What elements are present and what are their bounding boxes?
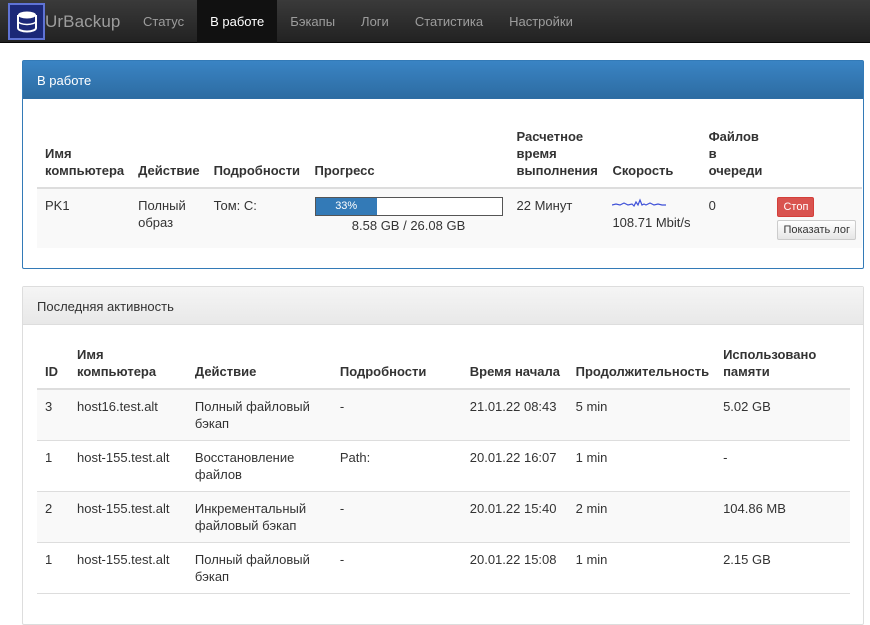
cell-action: Инкрементальный файловый бэкап xyxy=(194,501,307,533)
cell-duration: 1 min xyxy=(575,552,608,567)
table-row: 2 host-155.test.alt Инкрементальный файлов… xyxy=(37,491,850,543)
cell-start: 20.01.22 15:08 xyxy=(469,552,557,567)
col-progress: Прогресс xyxy=(306,118,509,189)
table-row: 1 host-155.test.alt Восстановление файлов P… xyxy=(37,441,850,492)
progress-bar: 33% xyxy=(314,197,503,216)
nav-tab-2[interactable]: Бэкапы xyxy=(277,0,348,43)
col-speed: Скорость xyxy=(604,118,701,189)
progress-size: 8.58 GB / 26.08 GB xyxy=(351,218,466,233)
table-row: 1 host-155.test.alt Полный файловый бэкап -… xyxy=(37,543,850,594)
main-nav: Статус В работе Бэкапы Логи Статистика Настро… xyxy=(130,0,586,43)
cell-progress: 33% 8.58 GB / 26.08 GB xyxy=(307,188,509,248)
in-progress-row: PK1 Полный образ Том: C: 33% 8.58 GB / 2… xyxy=(37,188,862,248)
cell-id: 3 xyxy=(45,399,53,414)
brand-name: UrBackup xyxy=(45,11,121,31)
col-computer-name: Имя компьютера xyxy=(37,118,131,189)
col-queued-files: Файлов в очереди xyxy=(700,118,770,189)
cell-duration: 5 min xyxy=(575,399,608,414)
cell-memory: 104.86 MB xyxy=(723,501,786,516)
cell-speed: 108.71 Mbit/s xyxy=(604,188,700,248)
cell-details: - xyxy=(339,399,345,414)
in-progress-table: Имя компьютера Действие Подробности Прог… xyxy=(37,118,862,248)
cell-memory: - xyxy=(723,450,728,465)
cell-duration: 1 min xyxy=(575,450,608,465)
table-row: 3 host16.test.alt Полный файловый бэкап - 21… xyxy=(37,389,850,441)
recent-activity-table: ID Имя компьютера Действие Подробности В… xyxy=(37,344,850,594)
nav-tab-5[interactable]: Настройки xyxy=(496,0,586,43)
cell-computer: host-155.test.alt xyxy=(76,450,170,465)
recent-activity-panel: Последняя активность ID Имя компьютера Д… xyxy=(22,286,864,625)
col-eta: Расчетное время выполнения xyxy=(508,118,605,189)
stop-button[interactable]: Стоп xyxy=(777,197,815,217)
nav-tab-3[interactable]: Логи xyxy=(348,0,402,43)
top-navbar: UrBackup Статус В работе Бэкапы Логи Статист… xyxy=(0,0,870,43)
cell-id: 2 xyxy=(45,501,53,516)
cell-computer: PK1 xyxy=(45,198,70,213)
speed-value: 108.71 Mbit/s xyxy=(612,215,691,230)
col-memory-used: Использовано памяти xyxy=(715,344,850,390)
col-id: ID xyxy=(37,344,69,390)
col-duration: Продолжительность xyxy=(567,344,716,390)
recent-activity-panel-title: Последняя активность xyxy=(23,287,863,325)
cell-id: 1 xyxy=(45,552,53,567)
nav-tab-0[interactable]: Статус xyxy=(130,0,197,43)
nav-tab-1[interactable]: В работе xyxy=(197,0,278,43)
col-action: Действие xyxy=(186,344,332,390)
col-details: Подробности xyxy=(205,118,307,189)
in-progress-panel: В работе Имя компьютера Действие Подробн… xyxy=(22,60,864,269)
cell-memory: 2.15 GB xyxy=(723,552,771,567)
col-actions xyxy=(769,118,862,189)
in-progress-header-row: Имя компьютера Действие Подробности Прог… xyxy=(37,118,862,189)
cell-action: Полный образ xyxy=(138,198,186,230)
cell-start: 20.01.22 15:40 xyxy=(469,501,557,516)
cell-computer: host-155.test.alt xyxy=(76,552,170,567)
col-computer-name: Имя компьютера xyxy=(68,344,187,390)
cell-details: Path: xyxy=(339,450,371,465)
in-progress-panel-title: В работе xyxy=(23,61,863,99)
cell-start: 20.01.22 16:07 xyxy=(469,450,557,465)
speed-sparkline-icon xyxy=(612,198,667,208)
show-log-button[interactable]: Показать лог xyxy=(777,220,856,240)
cell-queued: 0 xyxy=(708,198,716,213)
recent-header-row: ID Имя компьютера Действие Подробности В… xyxy=(37,344,850,390)
cell-action: Полный файловый бэкап xyxy=(194,552,310,584)
cell-buttons: Стоп Показать лог xyxy=(769,188,862,248)
brand[interactable]: UrBackup xyxy=(8,3,120,40)
cell-eta: 22 Минут xyxy=(516,198,573,213)
cell-duration: 2 min xyxy=(575,501,608,516)
nav-tab-4[interactable]: Статистика xyxy=(402,0,496,43)
col-action: Действие xyxy=(130,118,206,189)
cell-memory: 5.02 GB xyxy=(723,399,771,414)
cell-details: - xyxy=(339,552,345,567)
cell-computer: host16.test.alt xyxy=(76,399,158,414)
cell-action: Восстановление файлов xyxy=(194,450,295,482)
urbackup-logo-icon xyxy=(8,3,45,40)
cell-action: Полный файловый бэкап xyxy=(194,399,310,431)
cell-computer: host-155.test.alt xyxy=(76,501,170,516)
cell-details: - xyxy=(339,501,345,516)
progress-bar-fill: 33% xyxy=(315,198,377,215)
cell-start: 21.01.22 08:43 xyxy=(469,399,557,414)
col-details: Подробности xyxy=(331,344,462,390)
cell-details: Том: C: xyxy=(213,198,257,213)
cell-id: 1 xyxy=(45,450,53,465)
col-start-time: Время начала xyxy=(461,344,568,390)
